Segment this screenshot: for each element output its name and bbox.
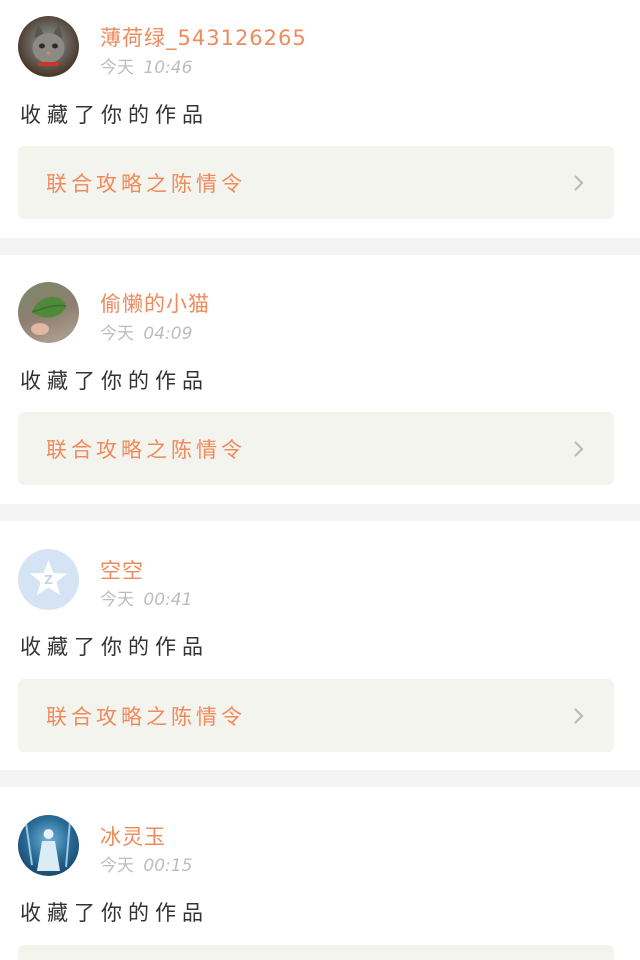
notification-card: 偷懒的小猫 今天 04:09 收藏了你的作品 联合攻略之陈情令 bbox=[0, 255, 640, 504]
notification-card: 冰灵玉 今天 00:15 收藏了你的作品 bbox=[0, 787, 640, 960]
work-link-card[interactable]: 联合攻略之陈情令 bbox=[18, 679, 614, 752]
time-prefix: 今天 bbox=[100, 58, 134, 78]
time-prefix: 今天 bbox=[100, 590, 134, 610]
svg-text:Z: Z bbox=[44, 573, 53, 587]
time-prefix: 今天 bbox=[100, 324, 134, 344]
chevron-right-icon bbox=[574, 441, 584, 457]
work-title: 联合攻略之陈情令 bbox=[46, 438, 246, 462]
time-value: 00:15 bbox=[143, 856, 193, 876]
leaf-avatar-icon[interactable] bbox=[18, 282, 79, 343]
notification-card: Z 空空 今天 00:41 收藏了你的作品 联合攻略之陈情令 bbox=[0, 521, 640, 770]
timestamp: 今天 00:15 bbox=[100, 851, 192, 876]
action-text: 收藏了你的作品 bbox=[20, 901, 209, 925]
time-prefix: 今天 bbox=[100, 856, 134, 876]
work-title: 联合攻略之陈情令 bbox=[46, 705, 246, 729]
timestamp: 今天 00:41 bbox=[100, 585, 192, 610]
figure-avatar-icon[interactable] bbox=[18, 815, 79, 876]
work-link-card[interactable] bbox=[18, 945, 614, 960]
leaf-photo-icon bbox=[31, 296, 67, 335]
cat-avatar-icon[interactable] bbox=[18, 16, 79, 77]
user-name[interactable]: 偷懒的小猫 bbox=[100, 288, 210, 318]
time-value: 00:41 bbox=[143, 590, 193, 610]
work-link-card[interactable]: 联合攻略之陈情令 bbox=[18, 146, 614, 219]
timestamp: 今天 04:09 bbox=[100, 319, 192, 344]
chevron-right-icon bbox=[574, 708, 584, 724]
figure-icon bbox=[25, 820, 71, 871]
star-icon: Z bbox=[30, 560, 67, 595]
action-text: 收藏了你的作品 bbox=[20, 369, 209, 393]
action-text: 收藏了你的作品 bbox=[20, 103, 209, 127]
notification-card: 薄荷绿_543126265 今天 10:46 收藏了你的作品 联合攻略之陈情令 bbox=[0, 0, 640, 238]
action-text: 收藏了你的作品 bbox=[20, 635, 209, 659]
cat-face-icon bbox=[32, 24, 65, 66]
user-name[interactable]: 薄荷绿_543126265 bbox=[100, 22, 307, 52]
work-title: 联合攻略之陈情令 bbox=[46, 172, 246, 196]
chevron-right-icon bbox=[574, 175, 584, 191]
work-link-card[interactable]: 联合攻略之陈情令 bbox=[18, 412, 614, 485]
user-name[interactable]: 冰灵玉 bbox=[100, 821, 166, 851]
default-star-avatar-icon[interactable]: Z bbox=[18, 549, 79, 610]
time-value: 04:09 bbox=[143, 324, 193, 344]
user-name[interactable]: 空空 bbox=[100, 555, 144, 585]
time-value: 10:46 bbox=[143, 58, 193, 78]
timestamp: 今天 10:46 bbox=[100, 53, 192, 78]
